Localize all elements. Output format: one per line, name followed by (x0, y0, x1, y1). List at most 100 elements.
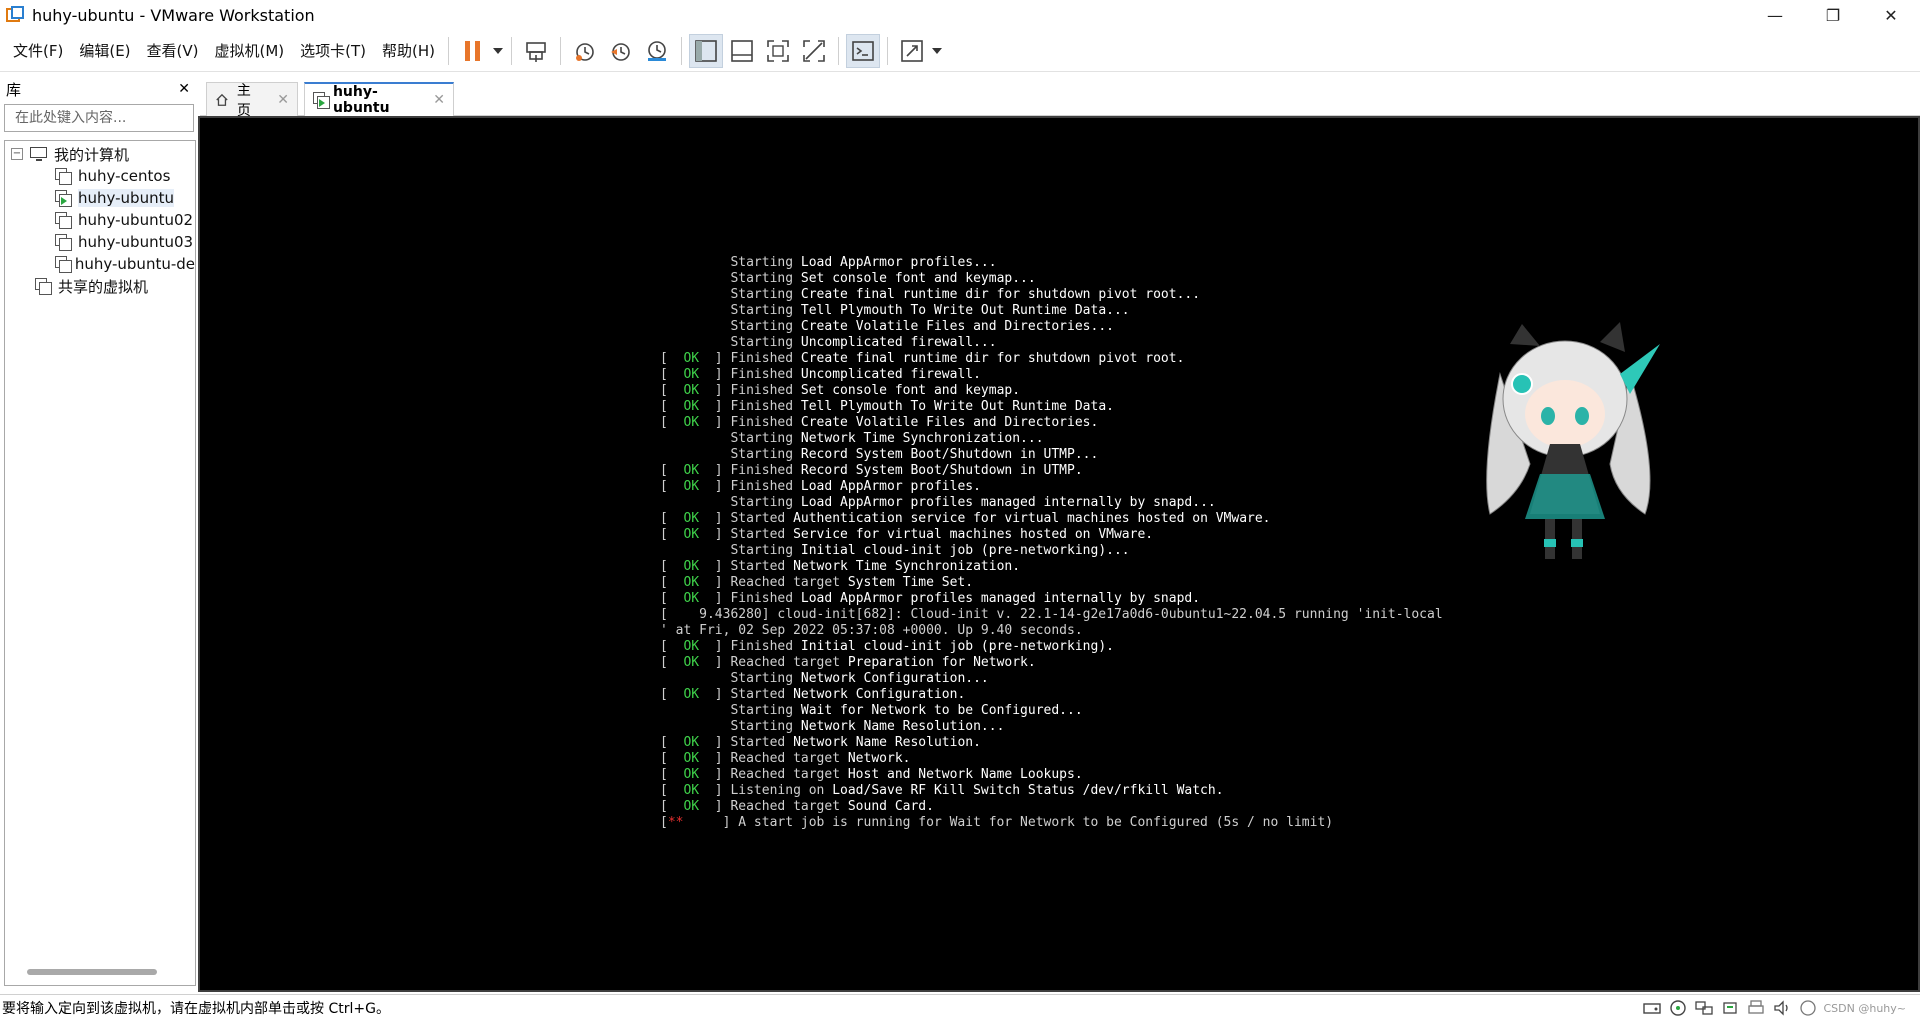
log-verb: Finished (730, 479, 794, 494)
vm-running-icon (55, 189, 73, 207)
library-search-input[interactable] (9, 110, 189, 126)
log-text: A start job is running for Wait for Netw… (738, 815, 1334, 830)
unity-button[interactable] (797, 34, 831, 68)
vm-icon (55, 233, 73, 251)
tab-vm[interactable]: huhy-ubuntu ✕ (304, 82, 454, 116)
log-text: Record System Boot/Shutdown in UTMP... (800, 447, 1099, 462)
tree-item-vm[interactable]: huhy-ubuntu02 (5, 209, 195, 231)
printer-icon[interactable] (1746, 999, 1766, 1017)
snapshot-button[interactable] (568, 34, 602, 68)
log-line: [ OK ] Reached target System Time Set. (660, 575, 974, 590)
full-screen-button[interactable] (761, 34, 795, 68)
log-line: [ OK ] Started Service for virtual machi… (660, 527, 1154, 542)
boot-log: Starting Load AppArmor profiles... Start… (660, 255, 1443, 831)
sound-icon[interactable] (1772, 999, 1792, 1017)
tree-item-vm[interactable]: huhy-ubuntu03 (5, 231, 195, 253)
stretch-button[interactable] (895, 34, 929, 68)
menu-file[interactable]: 文件(F) (6, 40, 70, 61)
collapse-icon[interactable]: − (11, 148, 23, 160)
log-verb: Starting (730, 703, 794, 718)
log-verb: Starting (730, 431, 794, 446)
usb-icon[interactable] (1720, 999, 1740, 1017)
log-text: Network. (847, 751, 911, 766)
log-verb: Started (730, 687, 786, 702)
log-text: Preparation for Network. (847, 655, 1036, 670)
log-line: Starting Tell Plymouth To Write Out Runt… (660, 303, 1443, 319)
log-line: [ OK ] Reached target Preparation for Ne… (660, 655, 1036, 670)
minimize-button[interactable]: — (1746, 0, 1804, 30)
log-verb: Starting (730, 671, 794, 686)
ok-status: OK (683, 367, 700, 382)
menu-vm[interactable]: 虚拟机(M) (208, 40, 292, 61)
display-icon[interactable] (1798, 999, 1818, 1017)
log-verb: Starting (730, 543, 794, 558)
log-line: [ OK ] Started Network Name Resolution. (660, 735, 981, 750)
send-ctrl-alt-del-button[interactable] (519, 34, 553, 68)
console-view-button[interactable] (846, 33, 881, 68)
library-title: 库 (6, 80, 22, 99)
watermark-text: CSDN @huhy~ (1823, 1001, 1907, 1015)
library-tree: − 我的计算机 huhy-centos huhy-ubuntu huhy-ubu… (4, 140, 196, 986)
log-text: Initial cloud-init job (pre-networking). (800, 639, 1114, 654)
hdd-icon[interactable] (1642, 999, 1662, 1017)
vm-console[interactable]: Starting Load AppArmor profiles... Start… (200, 116, 1918, 990)
log-text: Host and Network Name Lookups. (847, 767, 1083, 782)
library-panel: 库 ✕ − 我的计算机 huhy-centos huhy-ubuntu huhy… (0, 74, 198, 990)
ok-status: OK (683, 799, 700, 814)
pause-button[interactable] (456, 34, 490, 68)
menu-view[interactable]: 查看(V) (140, 40, 206, 61)
log-line: [ OK ] Finished Load AppArmor profiles. (660, 479, 981, 494)
tree-item-vm[interactable]: huhy-centos (5, 165, 195, 187)
show-library-button[interactable] (689, 33, 724, 68)
ok-status: OK (683, 751, 700, 766)
log-verb: Finished (730, 399, 794, 414)
tree-item-vm-selected[interactable]: huhy-ubuntu (5, 187, 195, 209)
stretch-dropdown-button[interactable] (930, 34, 944, 68)
log-text: Create final runtime dir for shutdown pi… (800, 287, 1201, 302)
toolbar-separator (560, 36, 562, 65)
ok-status: OK (683, 687, 700, 702)
tab-close-button[interactable]: ✕ (277, 92, 289, 108)
log-verb: Starting (730, 319, 794, 334)
cd-icon[interactable] (1668, 999, 1688, 1017)
pause-dropdown-button[interactable] (491, 34, 505, 68)
log-text: Network Time Synchronization... (800, 431, 1044, 446)
log-verb: Reached target (730, 799, 841, 814)
library-search (4, 104, 194, 132)
tree-item-vm[interactable]: huhy-ubuntu-de (5, 253, 195, 275)
tab-home[interactable]: 主页 ✕ (206, 82, 298, 119)
log-text: Load AppArmor profiles managed internall… (800, 591, 1201, 606)
log-verb: Finished (730, 351, 794, 366)
log-line: [ OK ] Finished Record System Boot/Shutd… (660, 463, 1083, 478)
log-verb: Finished (730, 463, 794, 478)
send-ctrl-alt-del-icon (526, 41, 546, 62)
menu-edit[interactable]: 编辑(E) (72, 40, 137, 61)
log-verb: Started (730, 559, 786, 574)
log-text: Load AppArmor profiles. (800, 479, 981, 494)
restore-button[interactable]: ❐ (1804, 0, 1862, 30)
log-verb: Listening on (730, 783, 825, 798)
log-verb: Started (730, 527, 786, 542)
library-close-button[interactable]: ✕ (178, 81, 190, 97)
ok-status: OK (683, 783, 700, 798)
tree-item-shared-vms[interactable]: 共享的虚拟机 (5, 275, 195, 297)
close-window-button[interactable]: ✕ (1862, 0, 1920, 30)
revert-snapshot-icon (611, 42, 630, 61)
log-text: Create Volatile Files and Directories... (800, 319, 1114, 334)
tree-root-my-computer[interactable]: − 我的计算机 (5, 143, 195, 165)
log-text: Load AppArmor profiles managed internall… (800, 495, 1216, 510)
network-icon[interactable] (1694, 999, 1714, 1017)
menu-help[interactable]: 帮助(H) (375, 40, 442, 61)
snapshot-manager-button[interactable] (640, 34, 674, 68)
tab-close-button[interactable]: ✕ (433, 92, 445, 108)
menu-tabs[interactable]: 选项卡(T) (293, 40, 373, 61)
tree-item-label: huhy-ubuntu03 (78, 233, 194, 251)
thumbnail-bar-button[interactable] (725, 34, 759, 68)
ok-status: OK (683, 559, 700, 574)
log-line: [ OK ] Finished Tell Plymouth To Write O… (660, 399, 1114, 414)
full-screen-icon (767, 39, 789, 62)
window-controls: — ❐ ✕ (1746, 0, 1920, 30)
revert-snapshot-button[interactable] (604, 34, 638, 68)
vm-icon (55, 167, 73, 185)
horizontal-scrollbar[interactable] (27, 969, 157, 975)
